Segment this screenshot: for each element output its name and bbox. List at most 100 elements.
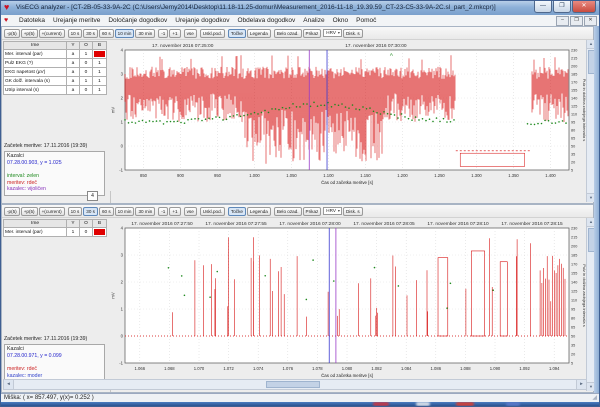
signal-flag[interactable]: a [67, 50, 80, 59]
toolbar-button-vse[interactable]: vse [184, 207, 197, 216]
toolbar-button-30-s[interactable]: 30 s [83, 207, 98, 216]
toolbar-button-current[interactable]: +(current) [39, 207, 65, 216]
signal-flag[interactable]: 1 [93, 59, 107, 68]
close-button[interactable]: ✕ [572, 1, 596, 13]
toolbar-button-disk-s[interactable]: Disk. s [343, 207, 363, 216]
toolbar-button-p-5[interactable]: -p(5) [4, 207, 20, 216]
toolbar-button-prikaz[interactable]: Prikaz [303, 207, 322, 216]
menu-dolo-anje-dogodkov[interactable]: Določanje dogodkov [104, 15, 171, 26]
toolbar-button-p-5[interactable]: +p(5) [21, 207, 38, 216]
signal-flag[interactable]: 1 [93, 77, 107, 86]
menu-analize[interactable]: Analize [299, 15, 328, 26]
horizontal-scrollbar[interactable]: ◄ ► [3, 379, 587, 390]
signal-flag[interactable]: 1 [80, 50, 93, 59]
toolbar-dropdown-hrv[interactable]: HRV▾ [323, 29, 342, 37]
toolbar-button-disk-s[interactable]: Disk. s [343, 29, 363, 38]
toolbar-button-1[interactable]: -1 [158, 207, 168, 216]
signal-name[interactable]: Utrip interval (s) [4, 86, 67, 95]
overview-chart[interactable]: 17. november 2016 07:25:0017. november 2… [110, 40, 586, 186]
scroll-right-icon[interactable]: ► [576, 380, 586, 389]
toolbar-button-1[interactable]: +1 [169, 29, 180, 38]
mdi-minimize-button[interactable]: – [556, 16, 569, 26]
scroll-thumb[interactable] [266, 381, 320, 388]
toolbar-button-60-s[interactable]: 60 s [99, 207, 114, 216]
toolbar-button-legenda[interactable]: Legenda [247, 29, 271, 38]
toolbar-dropdown-hrv[interactable]: HRV▾ [323, 207, 342, 215]
cursors-box: Kazalci 07.28.00.903, y = 1.025 interval… [4, 151, 105, 196]
signal-flag[interactable]: 1 [93, 86, 107, 95]
y-right-tick-label: 110 [571, 299, 577, 303]
signal-color-swatch[interactable] [93, 50, 107, 59]
menu-pomo[interactable]: Pomoč [352, 15, 380, 26]
signal-name[interactable]: Mer. interval (par) [4, 50, 67, 59]
chart-area-bottom[interactable]: 17. november 2016 07:27:5017. november 2… [110, 218, 586, 386]
menu-obdelava-dogodkov[interactable]: Obdelava dogodkov [233, 15, 299, 26]
menu-okno[interactable]: Okno [329, 15, 353, 26]
detail-chart[interactable]: 17. november 2016 07:27:5017. november 2… [110, 218, 586, 381]
toolbar-button-current[interactable]: +(current) [39, 29, 65, 38]
signal-flag[interactable]: 1 [80, 77, 93, 86]
toolbar-button-vse[interactable]: vse [184, 29, 197, 38]
toolbar-button-10-s[interactable]: 10 s [68, 207, 83, 216]
toolbar-button-1[interactable]: -1 [158, 29, 168, 38]
minimize-button[interactable]: — [534, 1, 552, 13]
toolbar-button-belo-ozad[interactable]: Belo ozad. [274, 207, 302, 216]
toolbar-button-1[interactable]: +1 [169, 207, 180, 216]
maximize-button[interactable]: ❐ [553, 1, 571, 13]
toolbar-button-30-s[interactable]: 30 s [83, 29, 98, 38]
title-bar[interactable]: ♥ VisECG analyzer - [CT-2B-05-33-9A-2C (… [1, 1, 599, 15]
chart-area-top[interactable]: 17. november 2016 07:25:0017. november 2… [110, 40, 586, 191]
mdi-close-button[interactable]: ✕ [584, 16, 597, 26]
toolbar-button-30-min[interactable]: 30 min [135, 29, 155, 38]
mdi-restore-button[interactable]: ❐ [570, 16, 583, 26]
toolbar-button-uskl-pod[interactable]: Uskl.pod. [200, 29, 225, 38]
signal-row[interactable]: Pulz EKG (?)a01 [4, 59, 107, 68]
signal-flag[interactable]: a [67, 86, 80, 95]
signal-row[interactable]: Mer. interval (par)a1 [4, 50, 107, 59]
toolbar-button-p-5[interactable]: +p(5) [21, 29, 38, 38]
scroll-left-icon[interactable]: ◄ [4, 380, 14, 389]
interval-point [229, 116, 231, 118]
toolbar-button-30-min[interactable]: 30 min [135, 207, 155, 216]
toolbar-button-p-5[interactable]: -p(5) [4, 29, 20, 38]
signal-flag[interactable]: 1 [93, 68, 107, 77]
interval-point [408, 118, 410, 120]
signal-flag[interactable]: a [67, 59, 80, 68]
toolbar-button-to-ke[interactable]: Točke [228, 207, 246, 216]
toolbar-button-10-s[interactable]: 10 s [68, 29, 83, 38]
signal-flag[interactable]: a [67, 68, 80, 77]
signal-flag[interactable]: 0 [80, 228, 93, 237]
signal-name[interactable]: EKG napetost (µV) [4, 68, 67, 77]
signal-row[interactable]: Utrip interval (s)a01 [4, 86, 107, 95]
signal-flag[interactable]: 0 [80, 86, 93, 95]
toolbar-button-belo-ozad[interactable]: Belo ozad. [274, 29, 302, 38]
signal-row[interactable]: Mer. interval (par)10 [4, 228, 107, 237]
signal-row[interactable]: EKG napetost (µV)a01 [4, 68, 107, 77]
signal-name[interactable]: Mer. interval (par) [4, 228, 67, 237]
signal-flag[interactable]: a [67, 77, 80, 86]
signal-name[interactable]: Pulz EKG (?) [4, 59, 67, 68]
page-counter[interactable]: 4 [87, 191, 98, 201]
toolbar-button-to-ke[interactable]: Točke [228, 29, 246, 38]
toolbar-button-10-min[interactable]: 10 min [115, 29, 135, 38]
toolbar-button-60-s[interactable]: 60 s [99, 29, 114, 38]
toolbar-button-legenda[interactable]: Legenda [247, 207, 271, 216]
signal-flag[interactable]: 0 [80, 68, 93, 77]
toolbar-button-uskl-pod[interactable]: Uskl.pod. [200, 207, 225, 216]
menu-urejanje-dogodkov[interactable]: Urejanje dogodkov [171, 15, 233, 26]
x-tick-label: 1.200 [397, 173, 408, 178]
signal-flag[interactable]: 0 [80, 59, 93, 68]
chart-time-title: 17. november 2016 07:27:55 [205, 221, 267, 227]
toolbar-button-prikaz[interactable]: Prikaz [303, 29, 322, 38]
toolbar-button-10-min[interactable]: 10 min [115, 207, 135, 216]
interval-point [271, 108, 273, 110]
menu-datoteka[interactable]: Datoteka [15, 15, 49, 26]
signal-row[interactable]: GK dolž. intervala (s)a11 [4, 77, 107, 86]
signal-color-swatch[interactable] [93, 228, 107, 237]
signal-table-header: Y [67, 42, 80, 50]
signal-name[interactable]: GK dolž. intervala (s) [4, 77, 67, 86]
signal-flag[interactable]: 1 [67, 228, 80, 237]
interval-point [181, 275, 183, 277]
interval-point [359, 109, 361, 111]
menu-urejanje-meritve[interactable]: Urejanje meritve [49, 15, 104, 26]
